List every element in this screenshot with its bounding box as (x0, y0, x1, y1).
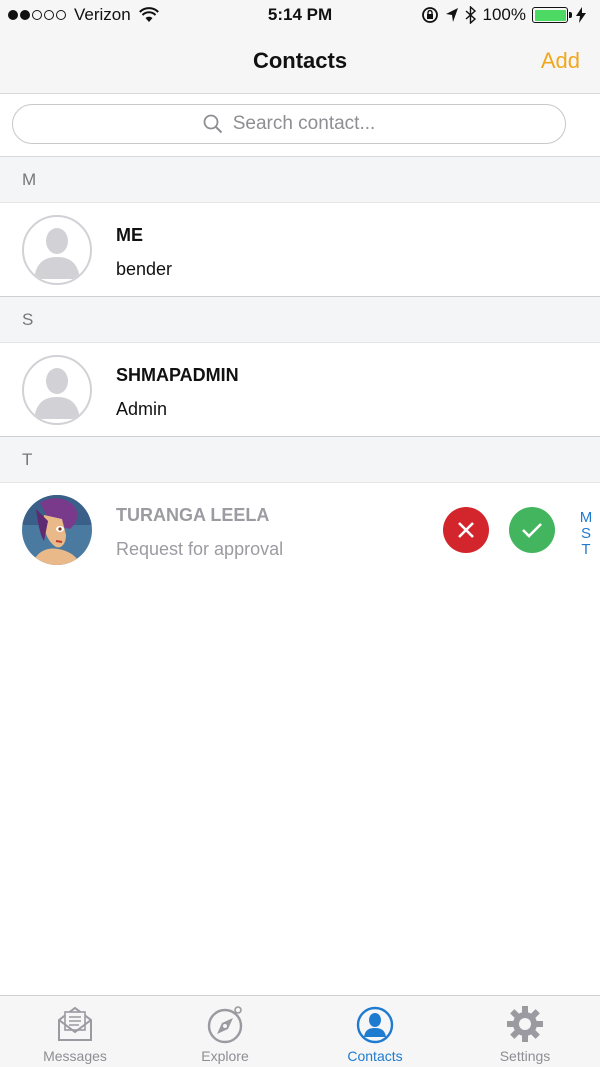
section-header-t: T (0, 437, 600, 483)
tab-explore[interactable]: Explore (150, 996, 300, 1067)
tab-bar: Messages Explore Contacts Settings (0, 995, 600, 1067)
charging-bolt-icon (576, 7, 586, 23)
location-icon (445, 8, 458, 22)
wifi-icon (138, 7, 159, 22)
section-letter: T (22, 450, 33, 469)
close-icon (458, 522, 474, 538)
section-index[interactable]: M S T (576, 510, 596, 558)
tab-contacts[interactable]: Contacts (300, 996, 450, 1067)
search-icon (203, 114, 222, 134)
compass-icon (207, 1006, 243, 1044)
index-letter-s[interactable]: S (576, 526, 596, 542)
contact-row-me[interactable]: ME bender (0, 203, 600, 297)
section-header-s: S (0, 297, 600, 343)
battery-percent: 100% (482, 5, 526, 24)
tab-label: Explore (201, 1048, 249, 1064)
signal-strength-icon (8, 10, 68, 20)
add-contact-button[interactable]: Add (541, 48, 580, 74)
battery-icon (532, 7, 572, 23)
contact-name: TURANGA LEELA (116, 505, 270, 525)
section-letter: S (22, 310, 34, 329)
index-letter-t[interactable]: T (576, 542, 596, 558)
reject-request-button[interactable] (443, 507, 489, 553)
carrier-name: Verizon (74, 5, 131, 24)
status-right: 100% (421, 5, 592, 25)
contact-subtitle: Admin (116, 399, 168, 419)
tab-label: Contacts (347, 1048, 403, 1064)
tab-messages[interactable]: Messages (0, 996, 150, 1067)
contact-subtitle: Request for approval (116, 539, 284, 559)
tab-settings[interactable]: Settings (450, 996, 600, 1067)
default-avatar-icon (34, 368, 80, 419)
contact-name: ME (116, 225, 143, 245)
accept-request-button[interactable] (509, 507, 555, 553)
status-bar: Verizon 5:14 PM 100% (0, 0, 600, 32)
checkmark-icon (522, 523, 542, 538)
search-bar: Search contact... (0, 94, 600, 157)
contact-photo-avatar (22, 495, 92, 565)
status-left: Verizon (8, 5, 159, 25)
gear-icon (507, 1006, 543, 1042)
tab-label: Settings (499, 1048, 551, 1064)
page-title: Contacts (252, 48, 348, 73)
avatar (22, 495, 92, 565)
envelope-icon (58, 1006, 92, 1041)
bluetooth-icon (465, 6, 476, 24)
contact-row-turanga-leela[interactable]: TURANGA LEELA Request for approval (0, 483, 600, 577)
avatar (22, 215, 92, 285)
search-input[interactable]: Search contact... (12, 104, 566, 144)
index-letter-m[interactable]: M (576, 510, 596, 526)
contact-row-shmapadmin[interactable]: SHMAPADMIN Admin (0, 343, 600, 437)
tab-label: Messages (43, 1048, 107, 1064)
contact-subtitle: bender (116, 259, 173, 279)
search-placeholder: Search contact... (232, 113, 376, 134)
section-letter: M (22, 170, 37, 189)
default-avatar-icon (34, 228, 80, 279)
section-header-m: M (0, 157, 600, 203)
person-icon (356, 1006, 394, 1044)
avatar (22, 355, 92, 425)
orientation-lock-icon (421, 7, 438, 23)
contact-name: SHMAPADMIN (116, 365, 239, 385)
navigation-bar: Contacts Add (0, 32, 600, 94)
